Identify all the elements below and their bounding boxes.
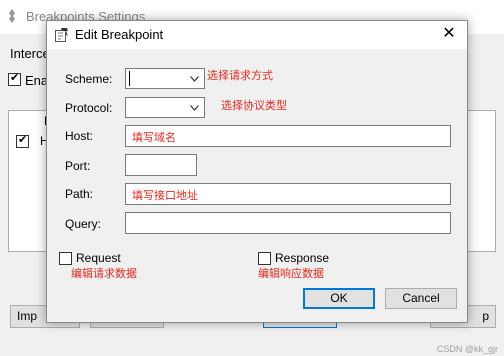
chevron-down-icon	[190, 76, 199, 82]
port-input[interactable]	[125, 154, 197, 176]
watermark: CSDN @kk_gjr	[436, 344, 498, 354]
protocol-hint: 选择协议类型	[221, 100, 287, 112]
query-input[interactable]	[125, 212, 451, 234]
path-input[interactable]: 填写接口地址	[125, 183, 451, 205]
cancel-button[interactable]: Cancel	[385, 288, 457, 309]
response-hint: 编辑响应数据	[258, 268, 324, 280]
edit-breakpoint-icon	[55, 28, 68, 42]
protocol-label: Protocol:	[65, 101, 113, 115]
ok-button[interactable]: OK	[303, 288, 375, 309]
intercept-label: Interce	[10, 46, 50, 61]
port-label: Port:	[65, 159, 91, 173]
chevron-down-icon	[190, 105, 199, 111]
dialog-titlebar: Edit Breakpoint ✕	[47, 21, 467, 49]
list-row-checkbox[interactable]: ✔	[16, 134, 29, 148]
response-label: Response	[275, 251, 330, 265]
request-checkbox[interactable]	[59, 252, 72, 265]
host-label: Host:	[65, 129, 94, 143]
scheme-label: Scheme:	[65, 72, 113, 86]
text-caret	[129, 71, 130, 86]
enable-checkbox[interactable]: ✔	[8, 72, 21, 86]
protocol-dropdown[interactable]	[125, 97, 205, 118]
path-label: Path:	[65, 187, 94, 201]
edit-breakpoint-dialog: Edit Breakpoint ✕ Scheme: 选择请求方式 Protoco…	[46, 20, 468, 323]
request-label: Request	[76, 251, 121, 265]
host-input[interactable]: 填写域名	[125, 125, 451, 147]
scheme-dropdown[interactable]	[125, 68, 205, 89]
enable-label: Ena	[25, 73, 49, 88]
response-checkbox[interactable]	[258, 252, 271, 265]
dialog-title: Edit Breakpoint	[75, 27, 164, 42]
query-label: Query:	[65, 217, 102, 231]
feather-icon	[9, 9, 15, 23]
close-icon[interactable]: ✕	[437, 23, 461, 47]
request-hint: 编辑请求数据	[71, 268, 137, 280]
scheme-hint: 选择请求方式	[207, 70, 273, 82]
